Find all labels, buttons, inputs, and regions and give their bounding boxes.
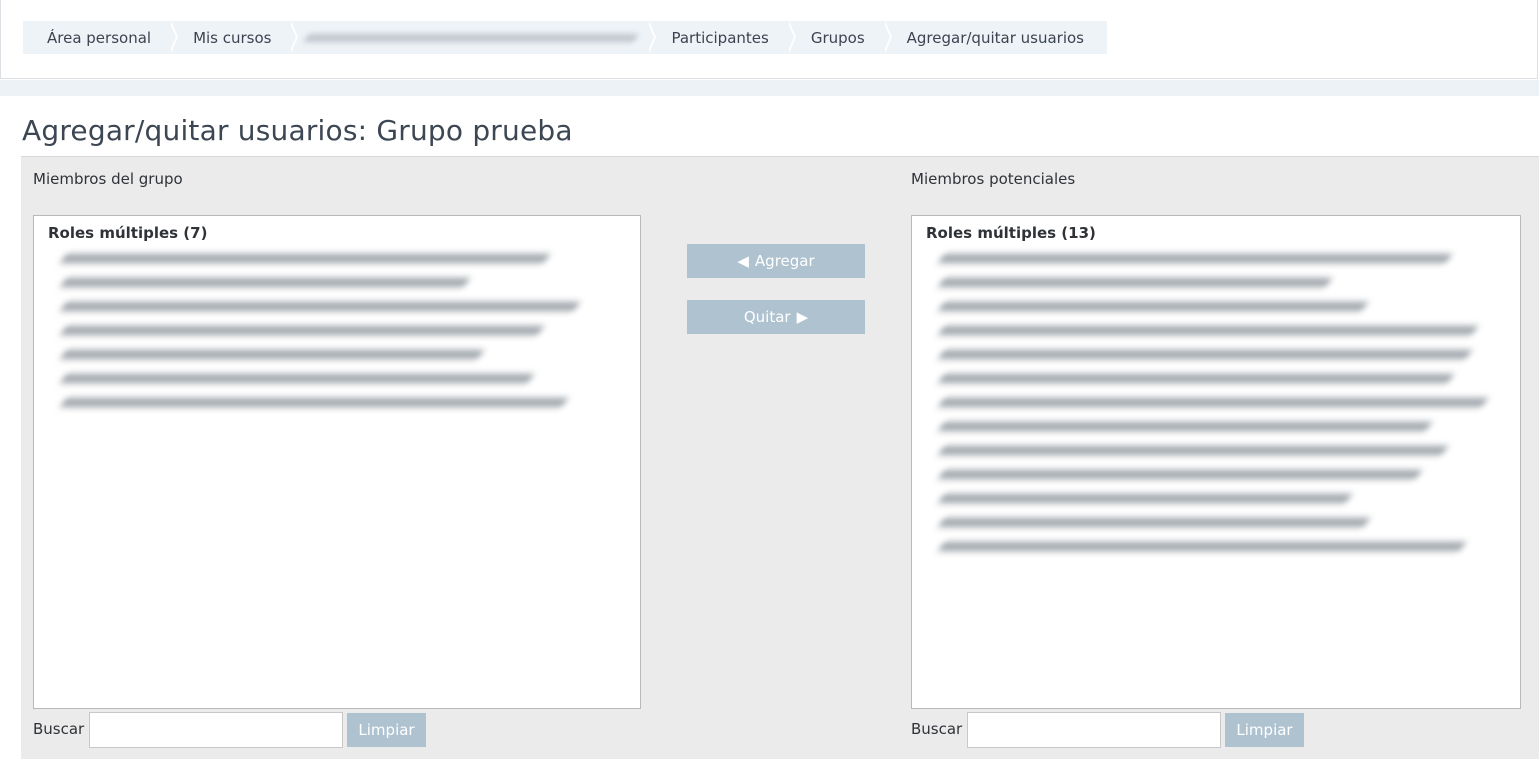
right-triangle-icon: ▶ xyxy=(796,308,809,326)
members-clear-button[interactable]: Limpiar xyxy=(347,713,426,747)
breadcrumb-label: Grupos xyxy=(810,28,865,47)
redacted-member[interactable] xyxy=(937,422,1433,431)
breadcrumb-label: Mis cursos xyxy=(193,28,272,47)
redacted-member[interactable] xyxy=(937,350,1473,359)
breadcrumb-label: Agregar/quitar usuarios xyxy=(906,28,1084,47)
members-search-input[interactable] xyxy=(89,712,343,748)
redacted-member[interactable] xyxy=(59,398,569,407)
potential-search-label: Buscar xyxy=(911,720,963,738)
breadcrumb-item-my-courses[interactable]: Mis cursos xyxy=(169,21,299,54)
breadcrumb-item-groups[interactable]: Grupos xyxy=(786,21,892,54)
optgroup-label: Roles múltiples (13) xyxy=(926,224,1096,242)
optgroup-label: Roles múltiples (7) xyxy=(48,224,208,242)
redacted-member[interactable] xyxy=(59,278,471,287)
redacted-member[interactable] xyxy=(937,254,1453,263)
breadcrumb-item-current: Agregar/quitar usuarios xyxy=(882,21,1107,54)
group-members-label: Miembros del grupo xyxy=(33,170,183,188)
redacted-member[interactable] xyxy=(937,518,1371,527)
add-button-label: Agregar xyxy=(754,252,815,270)
members-search-label: Buscar xyxy=(33,720,85,738)
potential-members-label: Miembros potenciales xyxy=(911,170,1076,188)
redacted-member[interactable] xyxy=(59,350,485,359)
breadcrumb-card: Área personal Mis cursos Participantes G… xyxy=(0,0,1538,79)
redacted-member[interactable] xyxy=(59,254,551,263)
remove-button[interactable]: Quitar ▶ xyxy=(687,300,865,334)
redacted-member[interactable] xyxy=(937,398,1489,407)
breadcrumb-label: Participantes xyxy=(671,28,769,47)
add-button[interactable]: ◀ Agregar xyxy=(687,244,865,278)
potential-search-input[interactable] xyxy=(967,712,1221,748)
redacted-member[interactable] xyxy=(59,326,545,335)
remove-button-label: Quitar xyxy=(743,308,791,326)
page-header-band xyxy=(0,80,1539,96)
redacted-member[interactable] xyxy=(937,278,1333,287)
redacted-member[interactable] xyxy=(59,302,581,311)
breadcrumb-item-course[interactable] xyxy=(289,21,657,54)
page-title: Agregar/quitar usuarios: Grupo prueba xyxy=(22,114,573,147)
breadcrumb: Área personal Mis cursos Participantes G… xyxy=(23,21,1107,54)
breadcrumb-item-personal-area[interactable]: Área personal xyxy=(23,21,179,54)
breadcrumb-item-participants[interactable]: Participantes xyxy=(647,21,797,54)
group-members-select[interactable]: Roles múltiples (7) xyxy=(33,215,641,709)
left-triangle-icon: ◀ xyxy=(737,252,749,270)
redacted-member[interactable] xyxy=(937,494,1353,503)
redacted-member[interactable] xyxy=(937,446,1449,455)
potential-members-select[interactable]: Roles múltiples (13) xyxy=(911,215,1521,709)
redacted-member[interactable] xyxy=(937,470,1423,479)
redacted-course-name xyxy=(304,33,639,42)
redacted-member[interactable] xyxy=(937,542,1467,551)
breadcrumb-label: Área personal xyxy=(47,28,152,47)
redacted-member[interactable] xyxy=(59,374,535,383)
redacted-member[interactable] xyxy=(937,374,1455,383)
redacted-member[interactable] xyxy=(937,302,1369,311)
redacted-member[interactable] xyxy=(937,326,1479,335)
potential-clear-button[interactable]: Limpiar xyxy=(1225,713,1304,747)
